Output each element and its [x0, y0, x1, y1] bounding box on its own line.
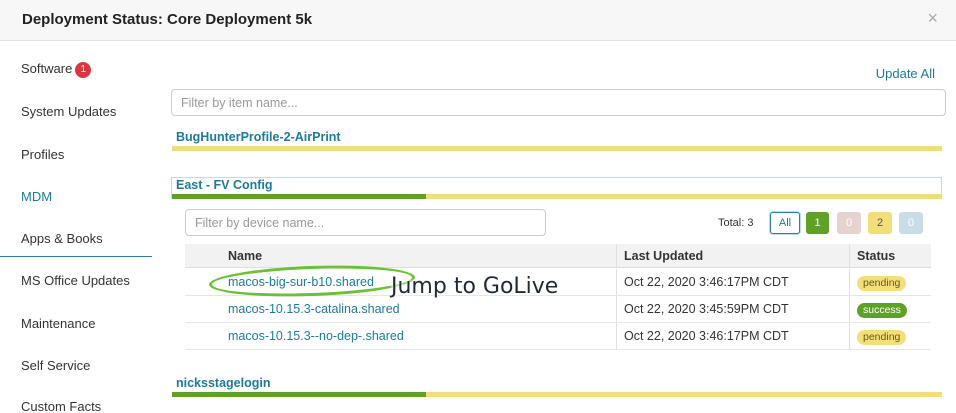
last-updated-cell: Oct 22, 2020 3:46:17PM CDT: [624, 275, 789, 289]
column-header-status[interactable]: Status: [857, 249, 895, 263]
filter-success-button[interactable]: 1: [806, 212, 829, 234]
group-progress-bar: [172, 392, 942, 397]
status-badge: pending: [857, 276, 907, 291]
column-divider: [849, 244, 850, 267]
last-updated-cell: Oct 22, 2020 3:45:59PM CDT: [624, 302, 789, 316]
status-badge: success: [857, 303, 907, 318]
column-divider: [616, 244, 617, 267]
annotation-callout-text: Jump to GoLive: [391, 274, 559, 299]
column-divider: [616, 269, 617, 295]
table-row: macos-10.15.3--no-dep-.shared Oct 22, 20…: [185, 323, 931, 350]
column-header-name[interactable]: Name: [228, 249, 262, 263]
progress-success-fill: [172, 392, 427, 397]
group-title-nicksstagelogin[interactable]: nicksstagelogin: [176, 376, 270, 390]
filter-failed-button[interactable]: 0: [837, 212, 861, 234]
column-header-last-updated[interactable]: Last Updated: [624, 249, 703, 263]
filter-other-button[interactable]: 0: [899, 212, 923, 234]
column-divider: [616, 296, 617, 322]
column-divider: [849, 323, 850, 349]
filter-all-button[interactable]: All: [770, 212, 800, 234]
table-row: macos-10.15.3-catalina.shared Oct 22, 20…: [185, 296, 931, 323]
device-name-link[interactable]: macos-10.15.3--no-dep-.shared: [228, 329, 404, 343]
filter-pending-button[interactable]: 2: [868, 212, 892, 234]
device-name-link[interactable]: macos-big-sur-b10.shared: [228, 275, 374, 289]
group-title-east-fv-config[interactable]: East - FV Config: [176, 178, 273, 192]
table-header: Name Last Updated Status: [185, 244, 931, 268]
filter-items-input[interactable]: [171, 89, 946, 116]
group-title-bughunter[interactable]: BugHunterProfile-2-AirPrint: [176, 130, 341, 144]
update-all-link[interactable]: Update All: [876, 66, 935, 81]
group-progress-bar: [172, 146, 942, 151]
last-updated-cell: Oct 22, 2020 3:46:17PM CDT: [624, 329, 789, 343]
column-divider: [849, 269, 850, 295]
column-divider: [849, 296, 850, 322]
group-progress-bar: [172, 194, 942, 199]
progress-success-fill: [172, 194, 427, 199]
column-divider: [616, 323, 617, 349]
status-badge: pending: [857, 330, 907, 345]
total-count-label: Total: 3: [718, 217, 754, 229]
filter-devices-input[interactable]: [185, 209, 546, 236]
device-name-link[interactable]: macos-10.15.3-catalina.shared: [228, 302, 400, 316]
main-content: Update All BugHunterProfile-2-AirPrint E…: [0, 0, 956, 413]
